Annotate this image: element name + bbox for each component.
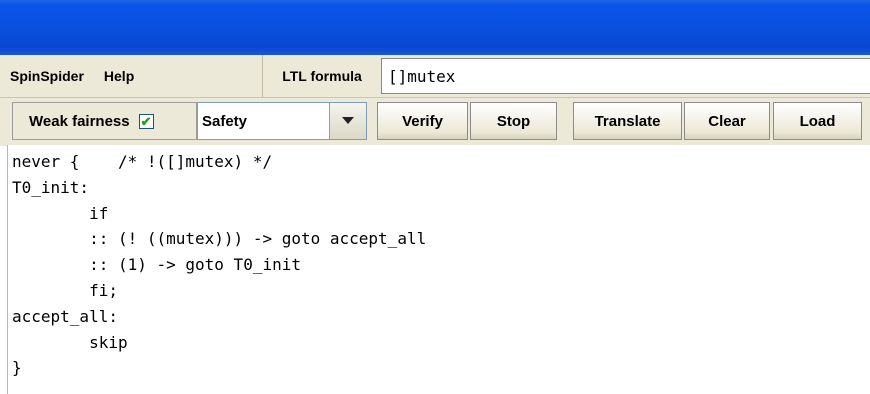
ltl-formula-input[interactable] [381, 58, 870, 94]
menu-bar: SpinSpider Help [0, 55, 262, 97]
clear-button[interactable]: Clear [684, 102, 770, 140]
toolbar: Weak fairness ✔ Safety Verify Stop Trans… [0, 97, 870, 146]
verify-button[interactable]: Verify [377, 102, 468, 140]
menu-help[interactable]: Help [94, 68, 134, 84]
weak-fairness-label: Weak fairness [29, 112, 130, 130]
translate-button[interactable]: Translate [573, 102, 682, 140]
stop-button[interactable]: Stop [470, 102, 557, 140]
mode-select-value: Safety [202, 112, 248, 130]
menu-row: SpinSpider Help LTL formula [0, 55, 870, 97]
load-button[interactable]: Load [773, 102, 862, 140]
never-claim-text[interactable]: never { /* !([]mutex) */ T0_init: if :: … [12, 149, 426, 381]
ltl-formula-label: LTL formula [262, 55, 381, 97]
check-icon: ✔ [140, 113, 152, 129]
mode-select[interactable]: Safety [197, 102, 367, 140]
menu-spinspider[interactable]: SpinSpider [0, 68, 84, 84]
dropdown-arrow-icon[interactable] [329, 103, 366, 139]
weak-fairness-toggle[interactable]: Weak fairness ✔ [12, 102, 197, 140]
window-title-bar[interactable] [0, 0, 870, 55]
code-editor[interactable]: never { /* !([]mutex) */ T0_init: if :: … [7, 145, 870, 394]
weak-fairness-checkbox[interactable]: ✔ [138, 113, 154, 129]
